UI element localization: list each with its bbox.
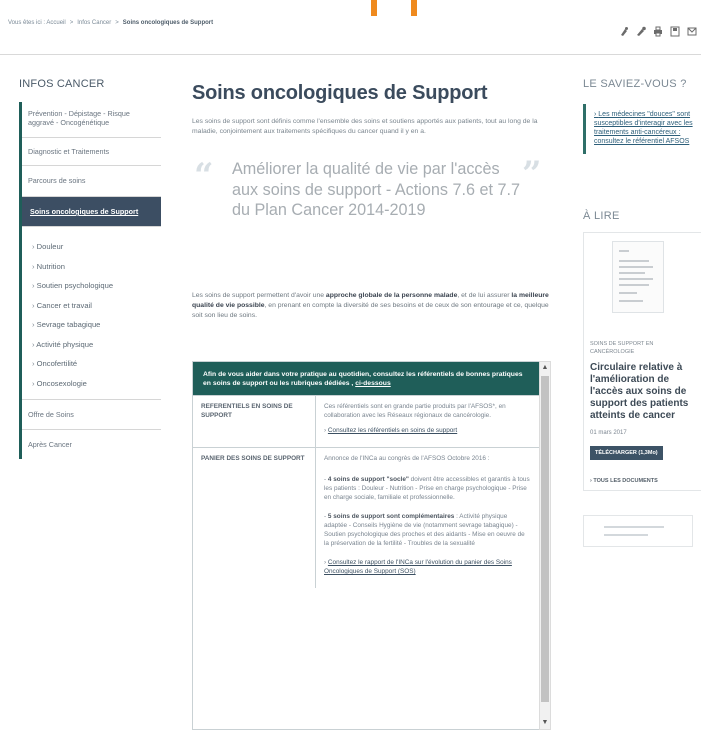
referentiels-box-header: Afin de vous aider dans votre pratique a… [193,362,539,395]
quote-open-icon: “ [194,156,214,196]
pull-quote: “ Améliorer la qualité de vie par l'accè… [192,154,565,259]
document-title[interactable]: Circulaire relative à l'amélioration de … [590,362,698,422]
table-row: REFERENTIELS EN SOINS DE SUPPORT Ces réf… [193,395,539,447]
scroll-down-icon[interactable]: ▼ [541,719,549,727]
subnav-activite-physique[interactable]: Activité physique [32,335,161,355]
row-label: PANIER DES SOINS DE SUPPORT [193,448,316,588]
sidebar-item-apres-cancer[interactable]: Après Cancer [22,430,161,459]
document-thumbnail[interactable] [612,241,664,313]
breadcrumb: Vous êtes ici : Accueil > Infos Cancer > Soi… [8,20,214,26]
subnav-nutrition[interactable]: Nutrition [32,257,161,277]
subnav-cancer-travail[interactable]: Cancer et travail [32,296,161,316]
row-label: REFERENTIELS EN SOINS DE SUPPORT [193,396,316,447]
brand-accent [371,0,417,16]
rapport-inca-link[interactable]: Consultez le rapport de l'INCa sur l'évo… [324,559,512,575]
sidebar-item-offre-soins[interactable]: Offre de Soins [22,400,161,430]
subnav-sevrage-tabagique[interactable]: Sevrage tabagique [32,315,161,335]
scroll-thumb[interactable] [541,376,549,702]
text-decrease-icon[interactable] [619,26,629,37]
main-content: Soins oncologiques de Support Les soins … [192,70,565,730]
share-icon[interactable] [687,26,697,37]
sidebar-nav: Prévention - Dépistage - Risque aggravé … [19,102,161,459]
scroll-up-icon[interactable]: ▲ [541,364,549,372]
page-title: Soins oncologiques de Support [192,82,488,104]
breadcrumb-home[interactable]: Accueil [46,20,65,26]
sidebar-subnav: Douleur Nutrition Soutien psychologique … [22,227,161,400]
all-documents-link[interactable]: › TOUS LES DOCUMENTS [590,478,698,484]
saviez-title: LE SAVIEZ-VOUS ? [583,78,687,90]
subnav-douleur[interactable]: Douleur [32,237,161,257]
quote-text: Améliorer la qualité de vie par l'accès … [232,160,520,219]
sidebar-item-soins-support[interactable]: Soins oncologiques de Support [22,197,161,227]
sidebar-title: INFOS CANCER [19,78,105,90]
save-icon[interactable] [670,26,680,37]
referentiels-box[interactable]: Afin de vous aider dans votre pratique a… [192,361,540,730]
a-lire-title: À LIRE [583,210,620,222]
row-content: Annonce de l'INCa au congrès de l'AFSOS … [324,455,530,575]
saviez-box: › Les médecines "douces" sont susceptibl… [583,104,701,154]
download-button[interactable]: TÉLÉCHARGER (1,3Mo) [590,446,663,460]
approach-paragraph: Les soins de support permettent d'avoir … [192,292,549,319]
top-bar: Vous êtes ici : Accueil > Infos Cancer > Soi… [0,0,701,55]
referentiels-link[interactable]: Consultez les référentiels en soins de s… [328,427,457,434]
sidebar-item-parcours[interactable]: Parcours de soins [22,166,161,197]
text-increase-icon[interactable] [636,26,646,37]
a-lire-section: À LIRE SOINS DE SUPPORT EN CANCÉROLOGIE … [583,210,701,547]
document-date: 01 mars 2017 [590,430,627,436]
intro-text: Les soins de support sont définis comme … [192,118,538,135]
breadcrumb-prefix: Vous êtes ici : [8,20,46,26]
print-icon[interactable] [653,26,663,37]
box-scrollbar[interactable]: ▲ ▼ [539,361,551,730]
breadcrumb-current: Soins oncologiques de Support [122,20,214,26]
sidebar-item-prevention[interactable]: Prévention - Dépistage - Risque aggravé … [22,102,161,138]
sidebar: INFOS CANCER Prévention - Dépistage - Ri… [19,78,161,459]
ci-dessous-link[interactable]: ci-dessous [355,380,391,387]
table-row: PANIER DES SOINS DE SUPPORT Annonce de l… [193,447,539,588]
document-category: SOINS DE SUPPORT EN CANCÉROLOGIE [590,341,654,355]
sidebar-item-diagnostic[interactable]: Diagnostic et Traitements [22,138,161,166]
subnav-soutien-psychologique[interactable]: Soutien psychologique [32,276,161,296]
next-document-card[interactable] [583,515,693,547]
subnav-oncosexologie[interactable]: Oncosexologie [32,374,161,394]
right-column: LE SAVIEZ-VOUS ? › Les médecines "douces… [583,78,701,547]
quote-close-icon: ” [522,154,542,194]
breadcrumb-infos-cancer[interactable]: Infos Cancer [77,20,111,26]
row-content: Ces référentiels sont en grande partie p… [324,403,506,434]
saviez-link[interactable]: › Les médecines "douces" sont susceptibl… [594,110,697,146]
document-card[interactable]: SOINS DE SUPPORT EN CANCÉROLOGIE Circula… [583,232,701,491]
page-tools [619,26,697,37]
subnav-oncofertilite[interactable]: Oncofertilité [32,354,161,374]
